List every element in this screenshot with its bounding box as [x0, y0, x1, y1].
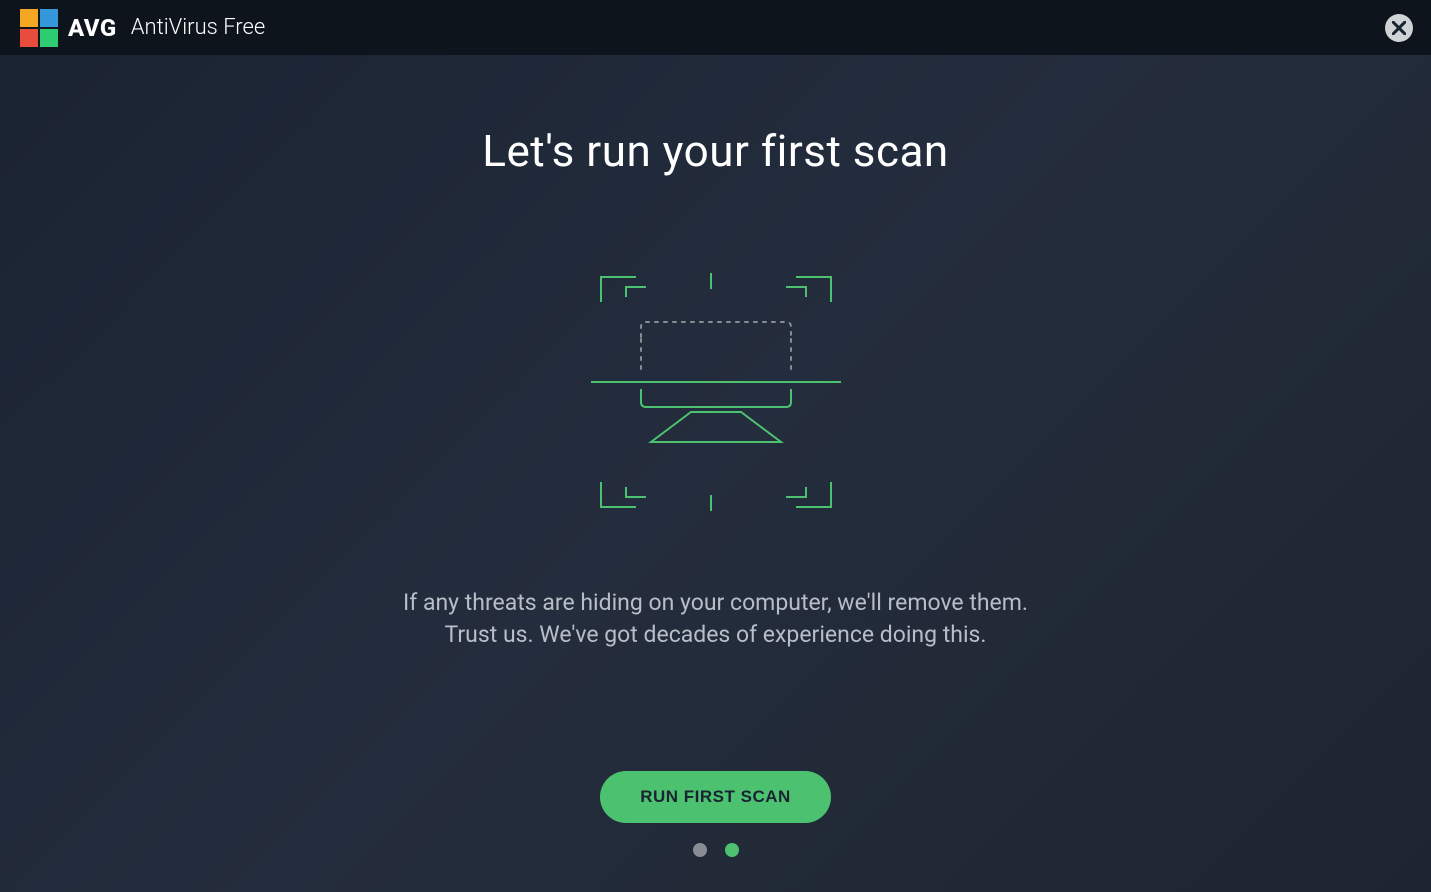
titlebar: AVG AntiVirus Free [0, 0, 1431, 55]
pagination-dot-2[interactable] [725, 843, 739, 857]
pagination-dots [693, 843, 739, 857]
main-content: Let's run your first scan [0, 55, 1431, 857]
description-line-2: Trust us. We've got decades of experienc… [403, 619, 1028, 651]
avg-logo-icon [20, 9, 58, 47]
description-line-1: If any threats are hiding on your comput… [403, 587, 1028, 619]
run-first-scan-button[interactable]: RUN FIRST SCAN [600, 771, 831, 823]
brand-text: AVG [68, 14, 117, 42]
pagination-dot-1[interactable] [693, 843, 707, 857]
description-text: If any threats are hiding on your comput… [403, 587, 1028, 651]
computer-scan-icon [586, 267, 846, 527]
logo-group: AVG AntiVirus Free [20, 9, 265, 47]
close-button[interactable] [1385, 14, 1413, 42]
page-heading: Let's run your first scan [482, 125, 948, 177]
product-name: AntiVirus Free [131, 15, 265, 40]
close-icon [1392, 21, 1406, 35]
